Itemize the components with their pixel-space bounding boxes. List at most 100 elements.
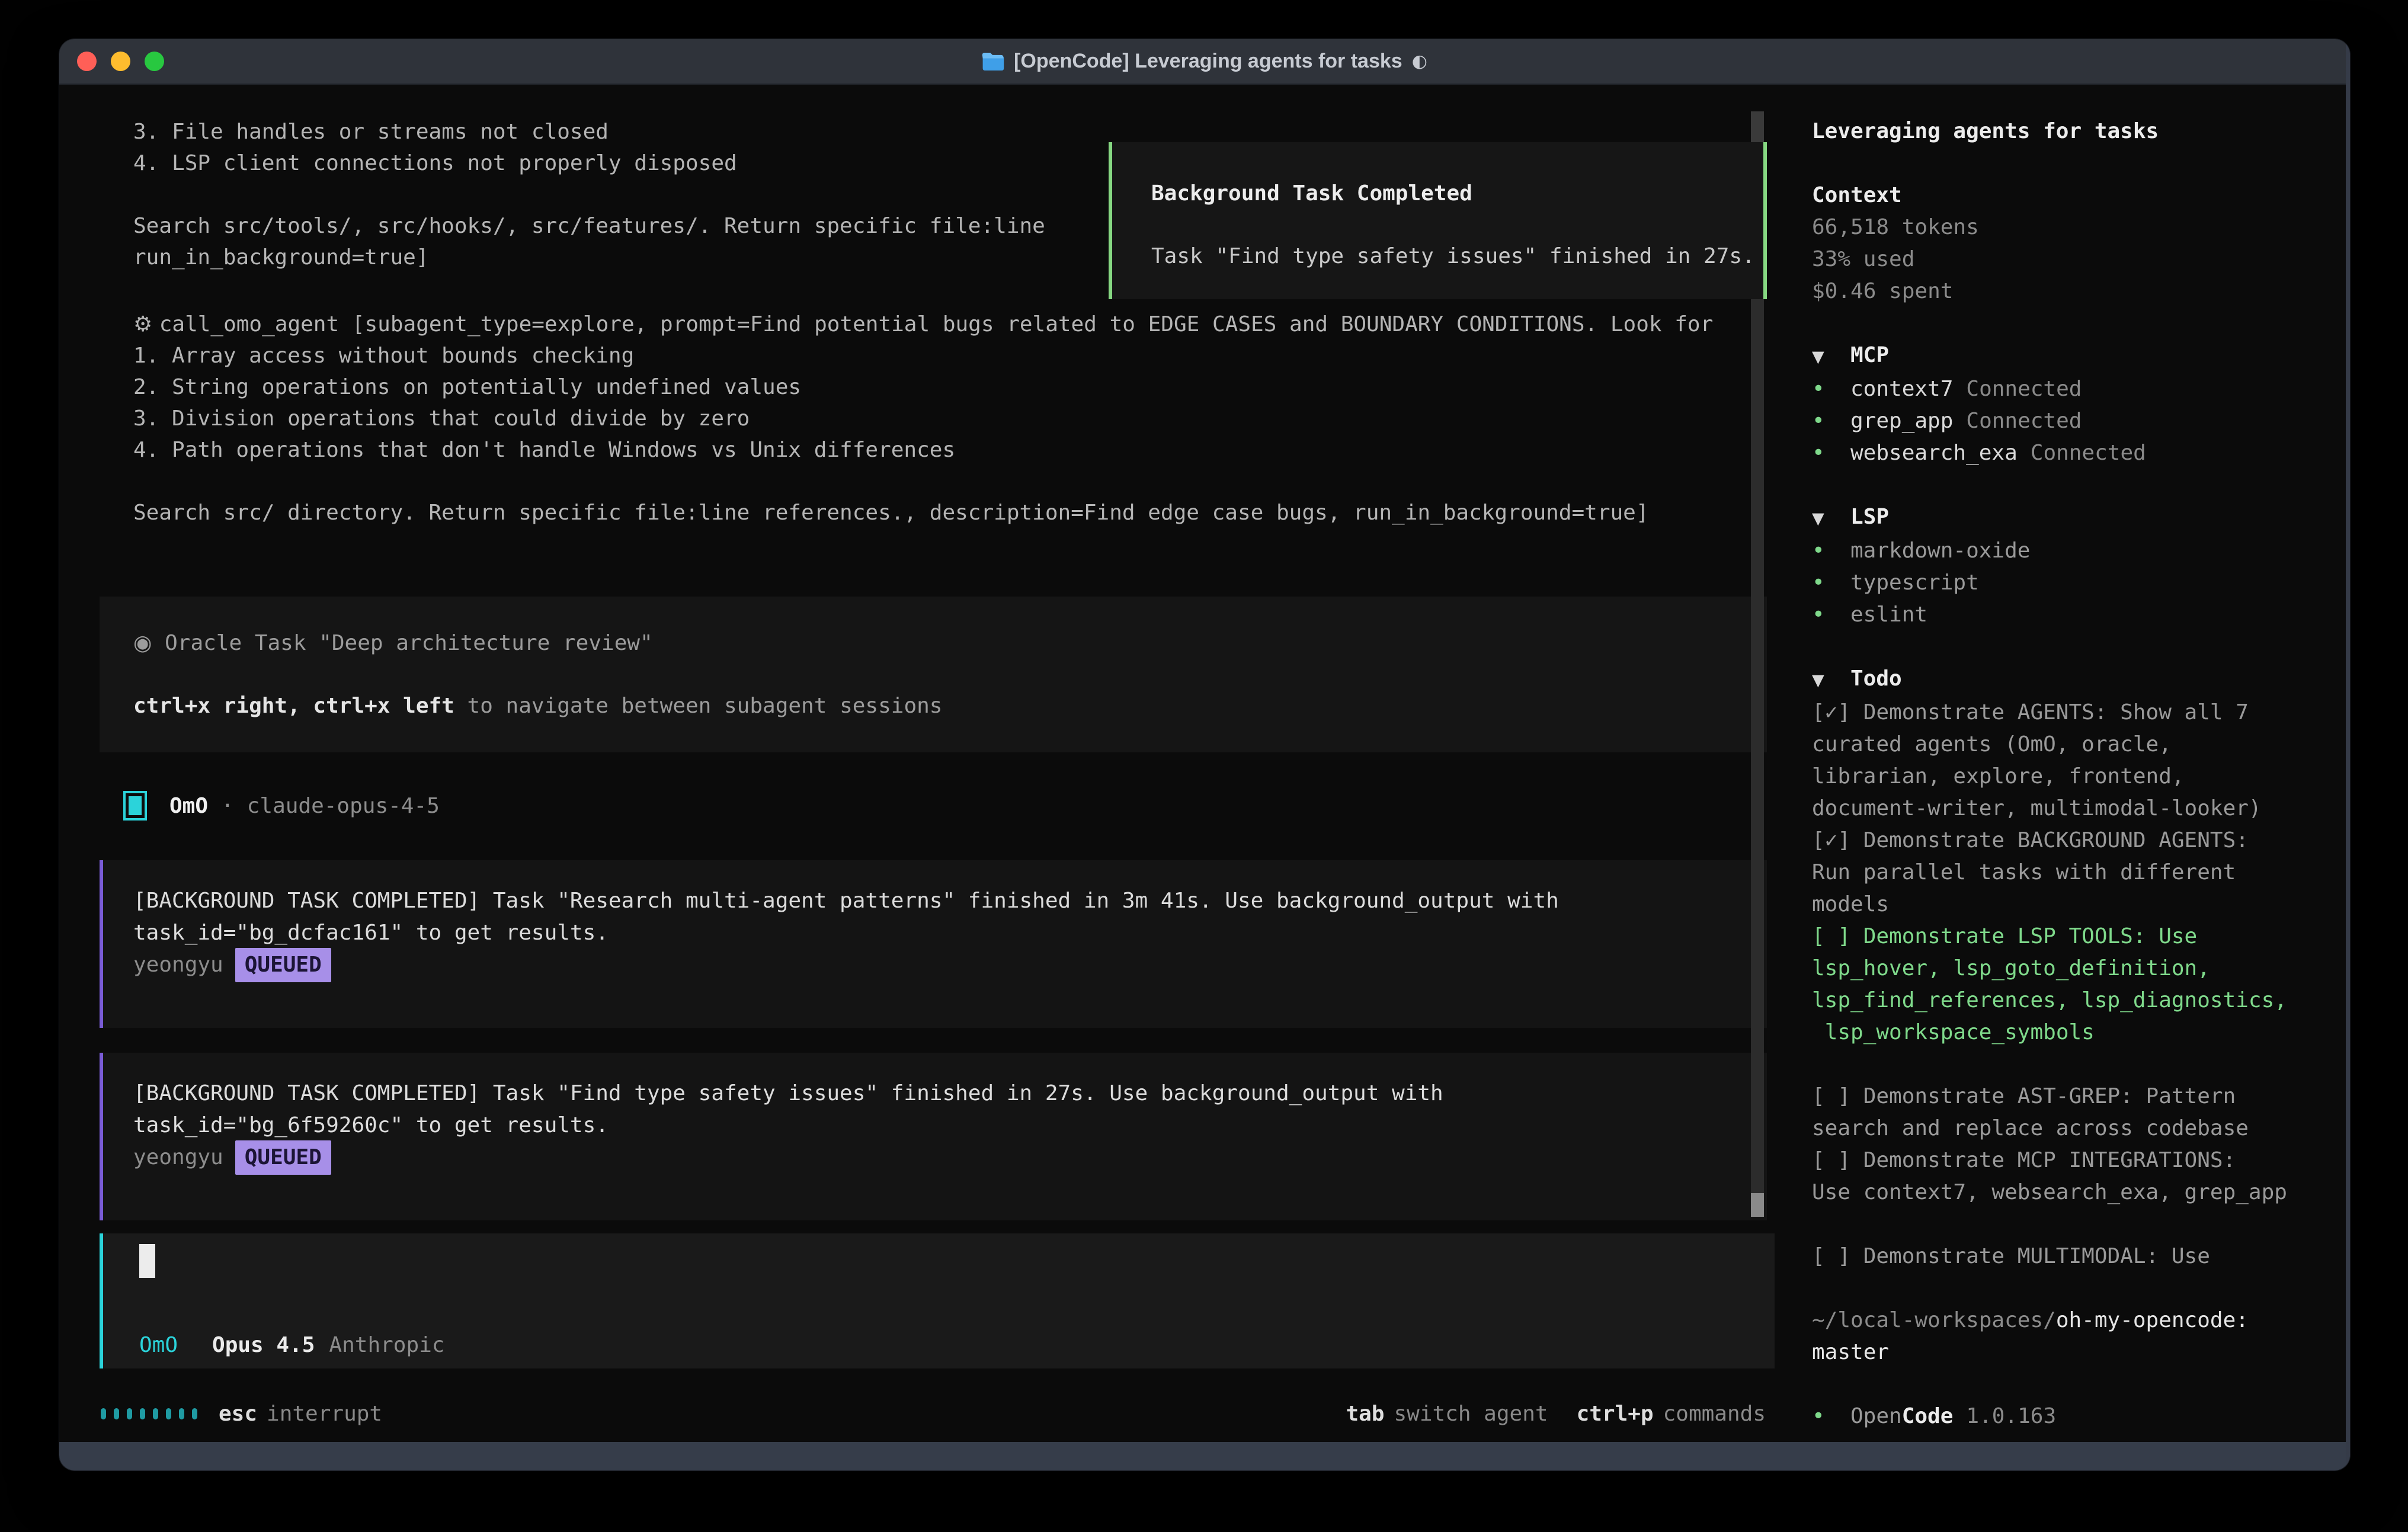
- todo-item: [ ] Demonstrate AST-GREP: Pattern search…: [1812, 1081, 2350, 1145]
- workspace-path-prefix: ~/local-workspaces/: [1812, 1308, 2056, 1332]
- sidebar-mcp-item: • websearch_exa Connected: [1812, 437, 2350, 469]
- task-user: yeongyu: [133, 1142, 223, 1174]
- desktop-background: [OpenCode] Leveraging agents for tasks ◐…: [0, 0, 2408, 1532]
- spinner-dot: [153, 1408, 158, 1419]
- sidebar-blank-row: [1812, 307, 2350, 339]
- bullet-icon: •: [1812, 1404, 1825, 1428]
- sidebar-session-title-text: Leveraging agents for tasks: [1812, 116, 2159, 148]
- todo-heading: Todo: [1850, 666, 1902, 691]
- todo-item: [ ] Demonstrate MCP INTEGRATIONS: Use co…: [1812, 1145, 2350, 1209]
- window-titlebar: [OpenCode] Leveraging agents for tasks ◐: [59, 39, 2350, 85]
- sidebar-mcp-item: •grep_appConnected: [1812, 405, 2350, 437]
- mcp-server-status: Connected: [1966, 409, 2082, 433]
- todo-item-text: [ ] Demonstrate MULTIMODAL: Use: [1812, 1241, 2210, 1273]
- input-model-line: OmO Opus 4.5 Anthropic: [139, 1333, 445, 1357]
- sidebar-workspace-text: ~/local-workspaces/oh-my-opencode:master: [1812, 1305, 2249, 1368]
- working-spinner-icon: [101, 1408, 197, 1419]
- sidebar-section-todo-text: Todo: [1850, 663, 1902, 695]
- sidebar-section-mcp: ▼MCP: [1812, 339, 2350, 373]
- sidebar-lsp-item: •typescript: [1812, 567, 2350, 599]
- esc-key-label: interrupt: [267, 1402, 382, 1426]
- app-name-prefix: Open: [1850, 1404, 1902, 1428]
- window-right-edge: [2346, 39, 2350, 1470]
- spinner-dot: [192, 1408, 197, 1419]
- chat-scrollbar-thumb[interactable]: [1751, 1193, 1764, 1217]
- app-content: 3. File handles or streams not closed4. …: [59, 85, 2350, 1442]
- mcp-heading: MCP: [1850, 343, 1889, 367]
- close-window-button[interactable]: [77, 52, 97, 71]
- sidebar-lsp-item-text: typescript: [1850, 567, 1979, 599]
- sidebar-context-line-0: 66,518 tokens: [1812, 211, 2350, 243]
- todo-item-text: [ ] Demonstrate LSP TOOLS: Use lsp_hover…: [1812, 921, 2287, 1049]
- sidebar-lsp-item-text: eslint: [1850, 599, 1927, 631]
- tab-key-label: switch agent: [1394, 1402, 1548, 1426]
- agent-header: OmO · claude-opus-4-5: [123, 789, 440, 822]
- folder-icon: [982, 52, 1004, 71]
- agent-name: OmO: [169, 794, 208, 818]
- oracle-task-title: ◉ Oracle Task "Deep architecture review": [133, 627, 1767, 659]
- sidebar-section-lsp: ▼LSP: [1812, 501, 2350, 535]
- traffic-lights: [77, 39, 164, 84]
- terminal-line: ⚙ call_omo_agent [subagent_type=explore,…: [133, 309, 1713, 340]
- sidebar-footer: • OpenCode1.0.163: [1812, 1400, 2350, 1432]
- todo-item: [ ] Demonstrate LSP TOOLS: Use lsp_hover…: [1812, 921, 2350, 1049]
- background-task-toast[interactable]: Background Task Completed Task "Find typ…: [1109, 142, 1767, 299]
- sidebar-context-line-1-text: 33% used: [1812, 243, 1914, 275]
- zoom-window-button[interactable]: [145, 52, 164, 71]
- lsp-heading: LSP: [1850, 505, 1889, 529]
- spinner-dot: [101, 1408, 106, 1419]
- terminal-line: 3. Division operations that could divide…: [133, 403, 1713, 434]
- sidebar-mcp-item-text: grep_app Connected: [1850, 405, 2082, 437]
- todo-item-text: [ ] Demonstrate MCP INTEGRATIONS: Use co…: [1812, 1145, 2287, 1209]
- agent-avatar-icon: [123, 791, 147, 821]
- todo-item-text: [ ] Demonstrate AST-GREP: Pattern search…: [1812, 1081, 2249, 1145]
- sidebar-section-mcp-text: MCP: [1850, 339, 1889, 371]
- session-state-icon: ◐: [1412, 51, 1427, 72]
- lsp-server-name: typescript: [1850, 571, 1979, 595]
- bullet-icon: •: [1812, 535, 1850, 567]
- bullet-icon: •: [1812, 599, 1850, 631]
- sidebar-lsp-item-text: markdown-oxide: [1850, 535, 2030, 567]
- todo-item-text: [✓] Demonstrate AGENTS: Show all 7 curat…: [1812, 697, 2262, 825]
- prompt-input[interactable]: OmO Opus 4.5 Anthropic: [100, 1233, 1775, 1368]
- task-line-2: task_id="bg_dcfac161" to get results.: [133, 917, 1767, 949]
- task-line-1: [BACKGROUND TASK COMPLETED] Task "Resear…: [133, 885, 1767, 917]
- todo-item: [✓] Demonstrate BACKGROUND AGENTS: Run p…: [1812, 825, 2350, 921]
- oracle-task-hint: ctrl+x right, ctrl+x left to navigate be…: [133, 690, 1767, 722]
- sidebar-lsp-item: •markdown-oxide: [1812, 535, 2350, 567]
- mcp-server-name: websearch_exa: [1850, 441, 2018, 465]
- separator-dot: ·: [221, 794, 234, 818]
- chevron-down-icon: ▼: [1812, 339, 1850, 373]
- mcp-server-status: Connected: [2031, 441, 2146, 465]
- terminal-line: 4. LSP client connections not properly d…: [133, 148, 1045, 179]
- toast-title: Background Task Completed: [1151, 178, 1763, 209]
- sidebar-session-title: Leveraging agents for tasks: [1812, 116, 2350, 148]
- chevron-down-icon: ▼: [1812, 501, 1850, 535]
- app-name-bold: Code: [1902, 1404, 1954, 1428]
- lsp-server-name: markdown-oxide: [1850, 539, 2030, 563]
- sidebar-footer-text: OpenCode1.0.163: [1850, 1400, 2056, 1432]
- terminal-line: 1. Array access without bounds checking: [133, 340, 1713, 371]
- bullet-icon: •: [1812, 1400, 1850, 1432]
- task-line-2: task_id="bg_6f59260c" to get results.: [133, 1110, 1767, 1142]
- sidebar-blank-row: [1812, 148, 2350, 180]
- sidebar-section-todo: ▼Todo: [1812, 663, 2350, 697]
- bullet-icon: •: [1812, 567, 1850, 599]
- oracle-task-icon: ◉: [133, 631, 152, 655]
- terminal-line: 3. File handles or streams not closed: [133, 116, 1045, 148]
- spinner-dot: [166, 1408, 171, 1419]
- chat-scrollback-top: 3. File handles or streams not closed4. …: [133, 116, 1045, 273]
- sidebar-mcp-item-text: websearch_exa Connected: [1850, 437, 2146, 469]
- bullet-icon: •: [1812, 373, 1850, 405]
- bullet-icon: •: [1812, 441, 1825, 465]
- ctrlp-key-label: commands: [1663, 1402, 1766, 1426]
- sidebar-context-line-2-text: $0.46 spent: [1812, 275, 1953, 307]
- task-line-1: [BACKGROUND TASK COMPLETED] Task "Find t…: [133, 1078, 1767, 1110]
- minimize-window-button[interactable]: [111, 52, 130, 71]
- workspace-repo-name: oh-my-opencode:: [2056, 1308, 2249, 1332]
- task-meta-row: yeongyuQUEUED: [133, 949, 1767, 981]
- task-meta-row: yeongyuQUEUED: [133, 1142, 1767, 1174]
- mcp-server-name: grep_app: [1850, 409, 1953, 433]
- spinner-dot: [179, 1408, 184, 1419]
- background-task-block: [BACKGROUND TASK COMPLETED] Task "Find t…: [100, 1053, 1767, 1220]
